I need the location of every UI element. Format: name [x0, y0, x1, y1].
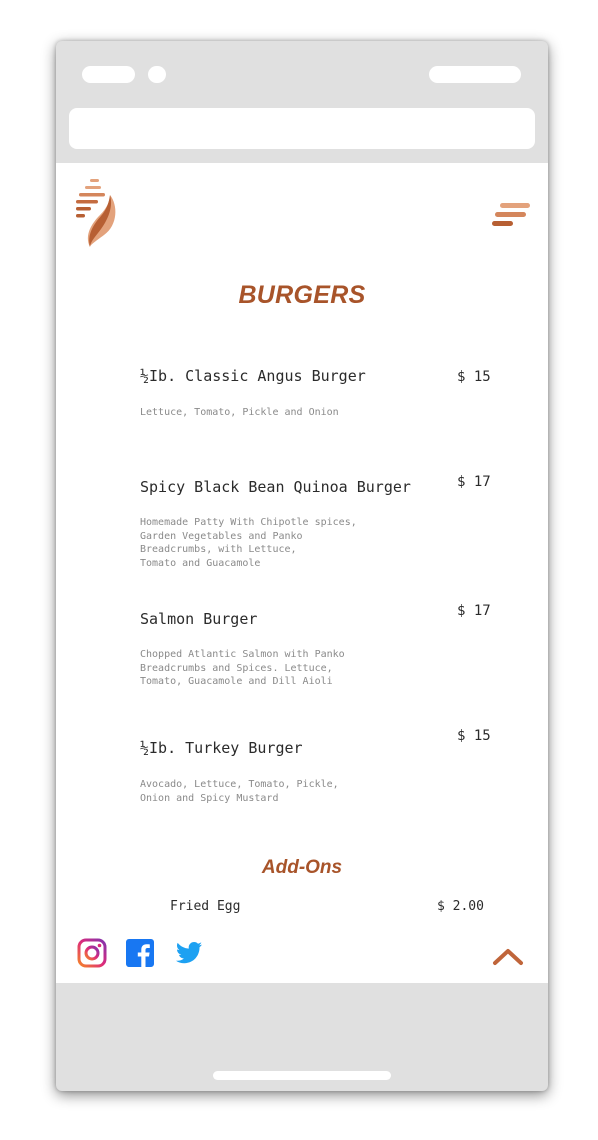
menu-item-description: Chopped Atlantic Salmon with Panko Bread…	[140, 649, 345, 687]
addon-name: Fried Egg	[170, 899, 241, 914]
address-bar[interactable]	[69, 108, 535, 149]
menu-item-description: Lettuce, Tomato, Pickle and Onion	[140, 407, 339, 418]
menu-item-name: ½Ib. Turkey Burger	[140, 739, 303, 757]
instagram-icon[interactable]	[77, 938, 107, 968]
menu-item-name: Salmon Burger	[140, 610, 258, 628]
addons-title: Add-Ons	[261, 857, 343, 878]
twitter-icon[interactable]	[174, 938, 204, 968]
menu-item-name: Spicy Black Bean Quinoa Burger	[140, 478, 411, 496]
status-bar-dot	[148, 66, 166, 83]
home-indicator[interactable]	[213, 1071, 391, 1080]
menu-item-description: Homemade Patty With Chipotle spices, Gar…	[140, 517, 357, 569]
status-bar-pill-right	[429, 66, 521, 83]
menu-item-price: $ 15	[457, 728, 491, 744]
menu-item-price: $ 17	[457, 603, 491, 619]
hamburger-menu-icon[interactable]	[492, 201, 530, 231]
menu-item-price: $ 17	[457, 474, 491, 490]
addon-price: $ 2.00	[437, 899, 484, 914]
page-title: BURGERS	[238, 281, 366, 309]
menu-item-price: $ 15	[457, 369, 491, 385]
phone-frame: BURGERS ½Ib. Classic Angus Burger $ 15 L…	[56, 41, 548, 1091]
facebook-icon[interactable]	[125, 938, 155, 968]
status-bar-pill	[82, 66, 135, 83]
chevron-up-icon[interactable]	[492, 947, 524, 967]
menu-screen: BURGERS ½Ib. Classic Angus Burger $ 15 L…	[56, 163, 548, 983]
menu-item-description: Avocado, Lettuce, Tomato, Pickle, Onion …	[140, 779, 339, 804]
flame-logo[interactable]	[74, 179, 122, 249]
menu-item-name: ½Ib. Classic Angus Burger	[140, 367, 366, 385]
